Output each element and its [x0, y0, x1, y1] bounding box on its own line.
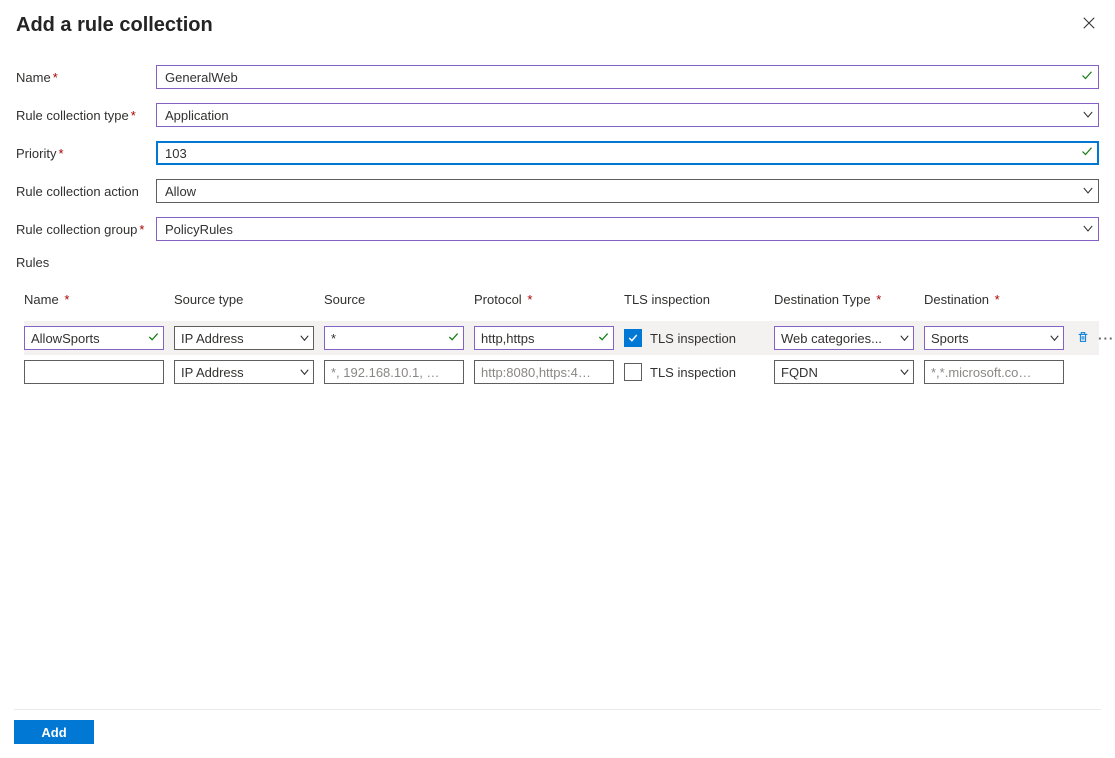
rule-collection-group-select[interactable]	[156, 217, 1099, 241]
tls-inspection-checkbox[interactable]	[624, 329, 642, 347]
add-button[interactable]: Add	[14, 720, 94, 744]
priority-label: Priority*	[16, 146, 156, 161]
tls-inspection-label: TLS inspection	[650, 331, 736, 346]
delete-rule-button[interactable]	[1074, 328, 1092, 349]
rule-collection-type-select[interactable]	[156, 103, 1099, 127]
close-icon	[1082, 14, 1096, 34]
page-title: Add a rule collection	[16, 14, 213, 37]
rule-source-input[interactable]	[324, 326, 464, 350]
rule-collection-type-label: Rule collection type*	[16, 108, 156, 123]
col-header-dest-type: Destination Type *	[774, 292, 914, 307]
tls-inspection-checkbox[interactable]	[624, 363, 642, 381]
close-button[interactable]	[1079, 14, 1099, 34]
name-input[interactable]	[156, 65, 1099, 89]
rule-collection-group-label: Rule collection group*	[16, 222, 156, 237]
rule-dest-type-select[interactable]	[774, 360, 914, 384]
more-actions-button[interactable]: ···	[1096, 329, 1115, 348]
col-header-dest: Destination *	[924, 292, 1064, 307]
ellipsis-icon: ···	[1098, 331, 1114, 346]
rule-source-input[interactable]	[324, 360, 464, 384]
rule-destination-input[interactable]	[924, 360, 1064, 384]
col-header-source-type: Source type	[174, 292, 314, 307]
rule-protocol-input[interactable]	[474, 360, 614, 384]
rules-section-label: Rules	[16, 255, 1099, 270]
rule-collection-action-select[interactable]	[156, 179, 1099, 203]
rule-source-type-select[interactable]	[174, 326, 314, 350]
rule-source-type-select[interactable]	[174, 360, 314, 384]
rule-name-input[interactable]	[24, 360, 164, 384]
rule-row-empty: TLS inspection	[24, 355, 1099, 389]
rules-header-row: Name * Source type Source Protocol * TLS…	[24, 292, 1099, 307]
col-header-name: Name *	[24, 292, 164, 307]
rule-name-input[interactable]	[24, 326, 164, 350]
rule-row: TLS inspection ···	[24, 321, 1099, 355]
rule-destination-select[interactable]	[924, 326, 1064, 350]
tls-inspection-label: TLS inspection	[650, 365, 736, 380]
rule-protocol-input[interactable]	[474, 326, 614, 350]
trash-icon	[1076, 332, 1090, 347]
rule-dest-type-select[interactable]	[774, 326, 914, 350]
rule-collection-action-label: Rule collection action	[16, 184, 156, 199]
col-header-source: Source	[324, 292, 464, 307]
name-label: Name*	[16, 70, 156, 85]
priority-input[interactable]	[156, 141, 1099, 165]
col-header-tls: TLS inspection	[624, 292, 764, 307]
col-header-protocol: Protocol *	[474, 292, 614, 307]
